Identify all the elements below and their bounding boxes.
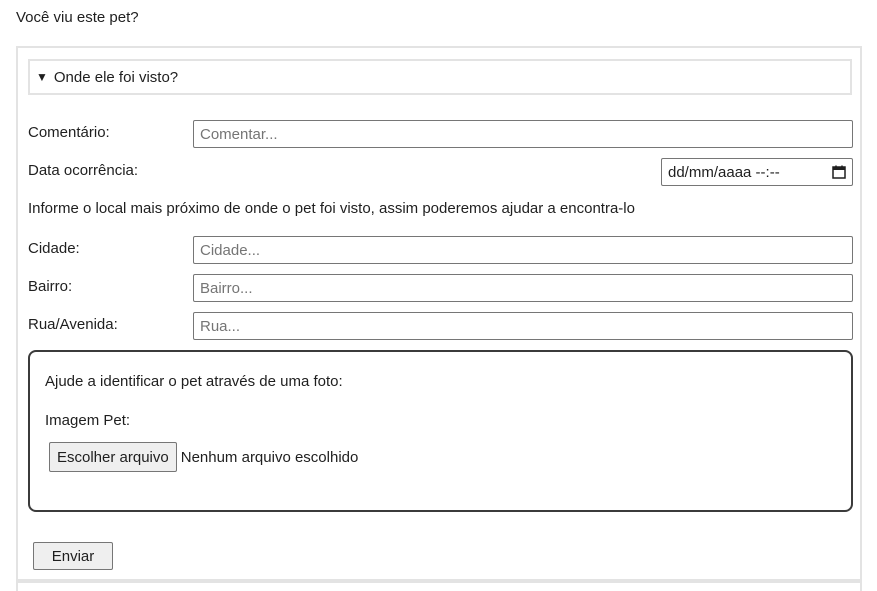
location-info-text: Informe o local mais próximo de onde o p…	[28, 200, 635, 217]
calendar-icon[interactable]	[832, 165, 846, 179]
disclosure-triangle-icon: ▼	[36, 70, 48, 84]
details-summary-label: Onde ele foi visto?	[53, 68, 179, 86]
comment-input[interactable]	[193, 120, 853, 148]
form-card-footer-edge	[16, 579, 862, 591]
choose-file-button[interactable]: Escolher arquivo	[49, 442, 177, 472]
submit-button[interactable]: Enviar	[33, 542, 113, 570]
file-status: Nenhum arquivo escolhido	[180, 448, 359, 466]
photo-label: Imagem Pet:	[45, 412, 131, 429]
details-summary[interactable]: ▼ Onde ele foi visto?	[28, 59, 852, 95]
date-time-input[interactable]: dd/mm/aaaa --:--	[661, 158, 853, 186]
city-input[interactable]	[193, 236, 853, 264]
neighborhood-label: Bairro:	[28, 278, 73, 295]
photo-upload-box: Ajude a identificar o pet através de uma…	[28, 350, 853, 512]
street-input[interactable]	[193, 312, 853, 340]
page-title: Você viu este pet?	[16, 9, 139, 26]
date-label: Data ocorrência:	[28, 162, 139, 179]
city-label: Cidade:	[28, 240, 80, 257]
street-label: Rua/Avenida:	[28, 316, 118, 333]
file-input: Escolher arquivo Nenhum arquivo escolhid…	[49, 442, 358, 472]
date-time-value: dd/mm/aaaa --:--	[668, 163, 780, 181]
photo-upload-title: Ajude a identificar o pet através de uma…	[45, 373, 343, 390]
comment-label: Comentário:	[28, 124, 110, 141]
neighborhood-input[interactable]	[193, 274, 853, 302]
